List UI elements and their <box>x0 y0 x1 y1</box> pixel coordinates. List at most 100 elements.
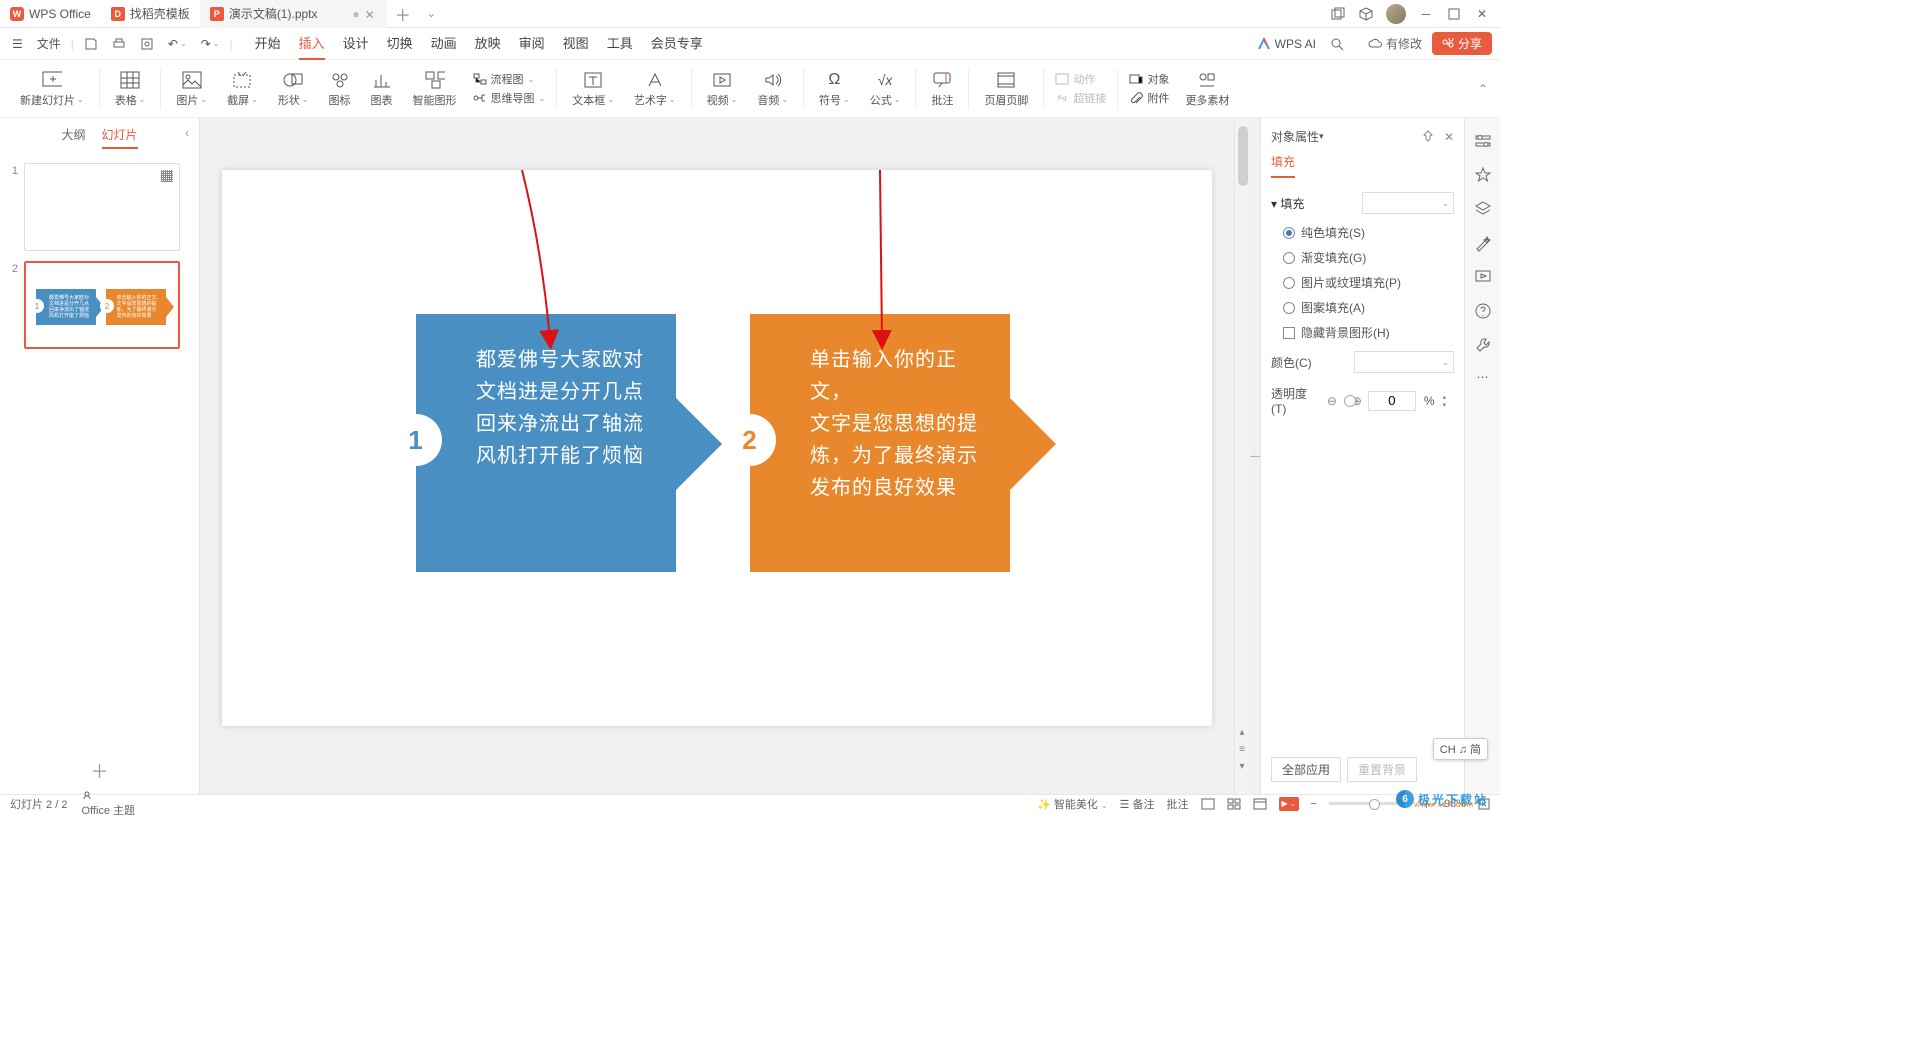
file-menu[interactable]: 文件 <box>33 33 65 54</box>
rail-star-icon[interactable] <box>1474 166 1492 184</box>
rail-slide-icon[interactable] <box>1474 268 1492 286</box>
close-icon[interactable]: ✕ <box>365 8 377 20</box>
ribbon-object[interactable]: 对象 <box>1129 71 1169 87</box>
rail-tools-icon[interactable] <box>1474 336 1492 354</box>
ribbon-chart[interactable]: 图表 <box>363 63 401 115</box>
tab-current-doc[interactable]: P 演示文稿(1).pptx ● ✕ <box>200 0 387 28</box>
smart-beautify[interactable]: ✨ 智能美化 ⌄ <box>1037 796 1108 812</box>
window-multi-icon[interactable] <box>1330 6 1346 22</box>
color-select[interactable]: ⌄ <box>1354 351 1454 373</box>
fill-picture-row[interactable]: 图片或纹理填充(P) <box>1271 270 1454 295</box>
ribbon-new-slide[interactable]: 新建幻灯片⌄ <box>12 63 92 115</box>
close-window-icon[interactable]: ✕ <box>1474 6 1490 22</box>
fill-hidebg-row[interactable]: 隐藏背景图形(H) <box>1271 320 1454 345</box>
menu-tab-start[interactable]: 开始 <box>255 27 281 60</box>
rail-magic-icon[interactable] <box>1474 234 1492 252</box>
avatar[interactable] <box>1386 4 1406 24</box>
close-props-icon[interactable]: ✕ <box>1444 130 1454 144</box>
rail-layers-icon[interactable] <box>1474 200 1492 218</box>
next-slide-icon[interactable]: ▾ <box>1239 761 1244 772</box>
ribbon-shape[interactable]: 形状⌄ <box>270 63 317 115</box>
undo-icon[interactable]: ↶⌄ <box>164 35 191 53</box>
thumbnail-2[interactable]: 1都爱佛号大家欧对文档进是分开几点回来净流出了轴流风机打开能了烦恼 2单击输入你… <box>24 261 180 349</box>
menu-tab-slideshow[interactable]: 放映 <box>475 27 501 60</box>
tab-wps-home[interactable]: W WPS Office <box>0 0 101 28</box>
view-reading-icon[interactable] <box>1253 798 1267 810</box>
menu-tab-member[interactable]: 会员专享 <box>651 27 703 60</box>
wps-ai-button[interactable]: WPS AI <box>1257 37 1316 51</box>
fill-pattern-row[interactable]: 图案填充(A) <box>1271 295 1454 320</box>
rail-help-icon[interactable] <box>1474 302 1492 320</box>
status-notes[interactable]: ☰ 备注 <box>1120 796 1155 812</box>
thumbnail-1[interactable] <box>24 163 180 251</box>
tab-templates[interactable]: D 找稻壳模板 <box>101 0 200 28</box>
add-slide-button[interactable]: ＋ <box>0 748 199 794</box>
search-icon[interactable] <box>1326 35 1348 53</box>
fill-preset-select[interactable]: ⌄ <box>1362 192 1454 214</box>
hamburger-icon[interactable]: ☰ <box>8 35 27 53</box>
panel-collapse-icon[interactable]: ‹ <box>185 126 189 140</box>
ribbon-smartart[interactable]: 智能图形 <box>405 63 465 115</box>
ribbon-label: 附件 <box>1147 90 1169 106</box>
cloud-sync-button[interactable]: 有修改 <box>1368 35 1422 52</box>
zoom-out-icon[interactable]: − <box>1311 798 1317 810</box>
ribbon-video[interactable]: 视频⌄ <box>699 63 746 115</box>
ribbon-mindmap[interactable]: 思维导图⌄ <box>473 90 546 106</box>
tab-slides[interactable]: 幻灯片 <box>102 126 138 149</box>
ribbon-symbol[interactable]: Ω符号⌄ <box>811 63 858 115</box>
prev-slide-icon[interactable]: ▴ <box>1239 727 1244 738</box>
ribbon-more-assets[interactable]: 更多素材 <box>1177 63 1237 115</box>
vertical-scrollbar[interactable] <box>1234 118 1250 794</box>
slideshow-button[interactable]: ▶⌄ <box>1279 797 1299 811</box>
props-tab-fill[interactable]: 填充 <box>1271 149 1295 178</box>
opacity-input[interactable] <box>1368 391 1416 411</box>
fill-solid-row[interactable]: 纯色填充(S) <box>1271 220 1454 245</box>
ribbon-comment[interactable]: 批注 <box>923 63 961 115</box>
ribbon-equation[interactable]: √x公式⌄ <box>862 63 909 115</box>
redo-icon[interactable]: ↷⌄ <box>197 35 224 53</box>
tab-menu-button[interactable]: ⌄ <box>419 7 444 20</box>
fill-gradient-row[interactable]: 渐变填充(G) <box>1271 245 1454 270</box>
ribbon-picture[interactable]: 图片⌄ <box>168 63 215 115</box>
view-sorter-icon[interactable] <box>1227 798 1241 810</box>
ribbon-icon[interactable]: 图标 <box>321 63 359 115</box>
menu-tab-transition[interactable]: 切换 <box>387 27 413 60</box>
maximize-icon[interactable] <box>1446 6 1462 22</box>
add-tab-button[interactable]: ＋ <box>387 2 419 26</box>
share-button[interactable]: 分享 <box>1432 32 1492 55</box>
menu-tab-design[interactable]: 设计 <box>343 27 369 60</box>
theme-indicator[interactable]: Office 主题 <box>81 790 135 818</box>
ribbon-table[interactable]: 表格⌄ <box>107 63 154 115</box>
print-preview-icon[interactable] <box>136 35 158 53</box>
ribbon-audio[interactable]: 音频⌄ <box>749 63 796 115</box>
menu-tab-review[interactable]: 审阅 <box>519 27 545 60</box>
print-icon[interactable] <box>108 35 130 53</box>
ribbon-flowchart[interactable]: 流程图⌄ <box>473 71 546 87</box>
props-collapse-bar[interactable]: — <box>1250 118 1260 794</box>
pin-icon[interactable] <box>1422 130 1434 144</box>
save-icon[interactable] <box>80 35 102 53</box>
rail-more-icon[interactable]: ⋯ <box>1477 370 1489 384</box>
ribbon-wordart[interactable]: 艺术字⌄ <box>626 63 684 115</box>
ribbon-textbox[interactable]: 文本框⌄ <box>564 63 622 115</box>
menu-tab-tools[interactable]: 工具 <box>607 27 633 60</box>
cube-icon[interactable] <box>1358 6 1374 22</box>
menu-tab-view[interactable]: 视图 <box>563 27 589 60</box>
menu-tab-animation[interactable]: 动画 <box>431 27 457 60</box>
rail-settings-icon[interactable] <box>1474 132 1492 150</box>
fill-section-head[interactable]: ▾ 填充 ⌄ <box>1271 186 1454 220</box>
slide-nav-icon[interactable]: ≡ <box>1239 744 1245 755</box>
slide-canvas[interactable]: 1 都爱佛号大家欧对文档进是分开几点回来净流出了轴流风机打开能了烦恼 2 单击输… <box>222 170 1212 726</box>
ribbon-header-footer[interactable]: 页眉页脚 <box>976 63 1036 115</box>
reset-bg-button[interactable]: 重置背景 <box>1347 757 1417 782</box>
status-comments[interactable]: 批注 <box>1167 796 1189 812</box>
menu-tab-insert[interactable]: 插入 <box>299 27 325 60</box>
opacity-spinner[interactable]: ▴▾ <box>1443 393 1454 409</box>
tab-outline[interactable]: 大纲 <box>61 126 85 149</box>
ribbon-screenshot[interactable]: 截屏⌄ <box>219 63 266 115</box>
view-normal-icon[interactable] <box>1201 798 1215 810</box>
ribbon-collapse-icon[interactable]: ⌃ <box>1478 82 1488 96</box>
apply-all-button[interactable]: 全部应用 <box>1271 757 1341 782</box>
minimize-icon[interactable]: ─ <box>1418 6 1434 22</box>
ribbon-attachment[interactable]: 附件 <box>1129 90 1169 106</box>
